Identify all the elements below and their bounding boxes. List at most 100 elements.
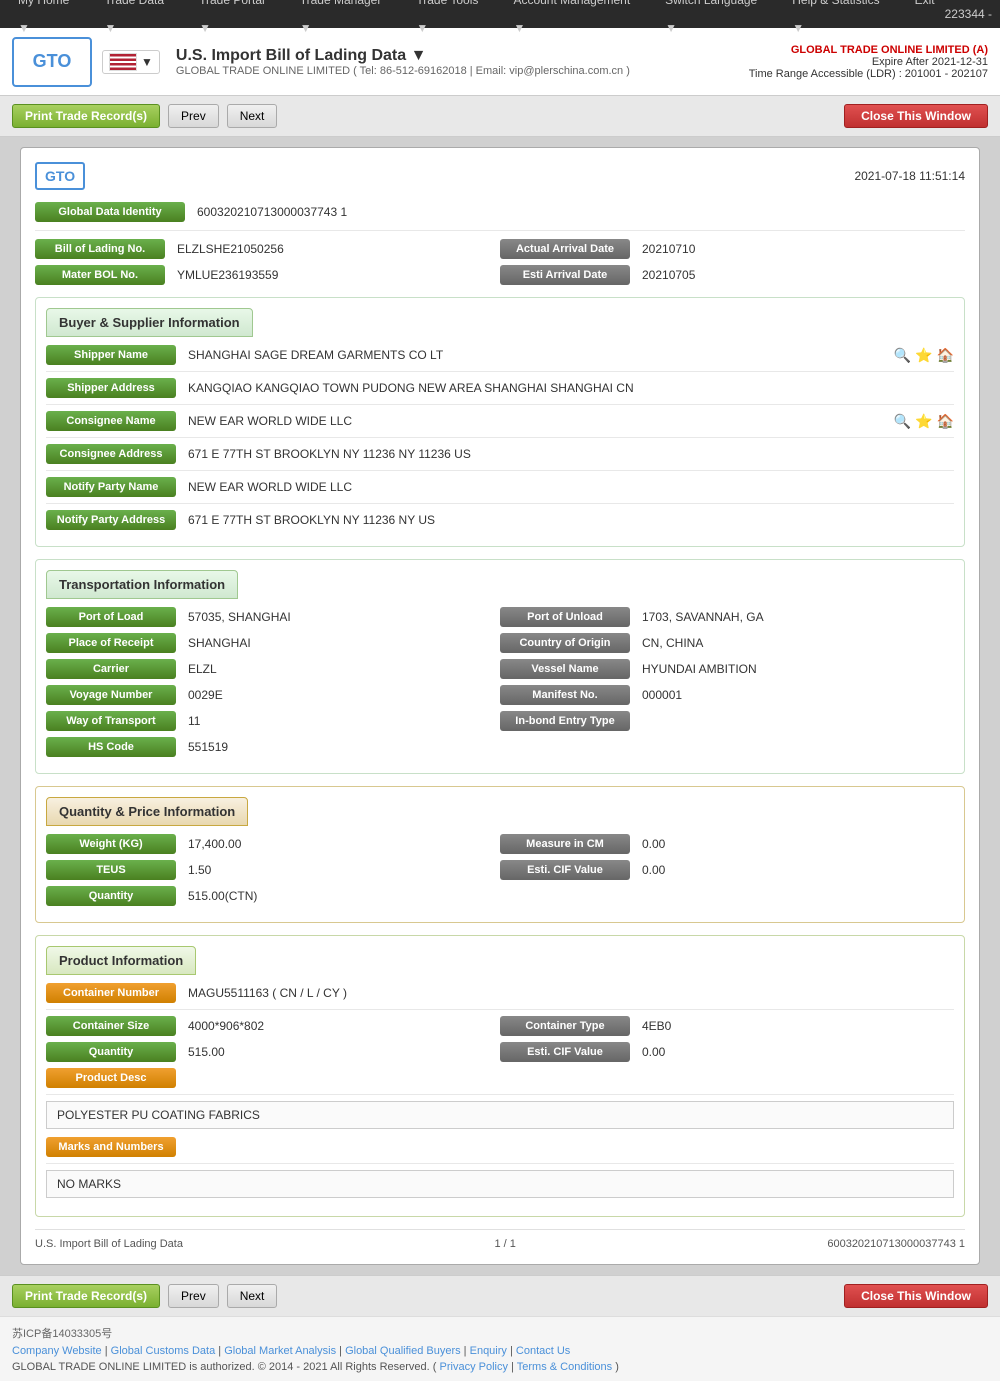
shipper-name-row: Shipper Name SHANGHAI SAGE DREAM GARMENT… <box>46 345 954 372</box>
transportation-header: Transportation Information <box>46 570 238 599</box>
container-number-label: Container Number <box>46 983 176 1003</box>
port-load-row: Port of Load 57035, SHANGHAI Port of Unl… <box>46 607 954 627</box>
record-footer-left: U.S. Import Bill of Lading Data <box>35 1238 183 1250</box>
manifest-col: Manifest No. 000001 <box>500 685 954 705</box>
nav-trade-portal[interactable]: Trade Portal ▼ <box>189 0 290 42</box>
voyage-col: Voyage Number 0029E <box>46 685 500 705</box>
consignee-home-icon[interactable]: 🏠 <box>937 413 954 430</box>
container-size-row: Container Size 4000*906*802 Container Ty… <box>46 1016 954 1036</box>
top-toolbar: Print Trade Record(s) Prev Next Close Th… <box>0 96 1000 137</box>
esti-arrival-label: Esti Arrival Date <box>500 265 630 285</box>
nav-help-statistics[interactable]: Help & Statistics ▼ <box>782 0 904 42</box>
place-receipt-label: Place of Receipt <box>46 633 176 653</box>
gto-logo: GTO <box>35 162 85 190</box>
company-website-link[interactable]: Company Website <box>12 1345 102 1357</box>
company-info: GLOBAL TRADE ONLINE LIMITED (A) Expire A… <box>749 44 988 80</box>
actual-arrival-value: 20210710 <box>630 242 965 256</box>
privacy-policy-link[interactable]: Privacy Policy <box>440 1361 508 1373</box>
quantity-label: Quantity <box>46 886 176 906</box>
nav-exit[interactable]: Exit <box>905 0 945 42</box>
carrier-col: Carrier ELZL <box>46 659 500 679</box>
notify-party-name-value: NEW EAR WORLD WIDE LLC <box>176 480 954 494</box>
print-button-bottom[interactable]: Print Trade Record(s) <box>12 1284 160 1308</box>
manifest-value: 000001 <box>630 688 954 702</box>
consignee-address-value: 671 E 77TH ST BROOKLYN NY 11236 NY 11236… <box>176 447 954 461</box>
voyage-label: Voyage Number <box>46 685 176 705</box>
way-transport-value: 11 <box>176 714 500 728</box>
page-subtitle: GLOBAL TRADE ONLINE LIMITED ( Tel: 86-51… <box>176 65 749 77</box>
in-bond-col: In-bond Entry Type <box>500 711 954 731</box>
consignee-search-icon[interactable]: 🔍 <box>894 413 911 430</box>
contact-link[interactable]: Contact Us <box>516 1345 570 1357</box>
vessel-name-col: Vessel Name HYUNDAI AMBITION <box>500 659 954 679</box>
mater-bol-value: YMLUE236193559 <box>165 268 500 282</box>
quantity-section: Quantity & Price Information Weight (KG)… <box>35 786 965 923</box>
close-button-bottom[interactable]: Close This Window <box>844 1284 988 1308</box>
nav-switch-language[interactable]: Switch Language ▼ <box>655 0 782 42</box>
consignee-name-row: Consignee Name NEW EAR WORLD WIDE LLC 🔍 … <box>46 411 954 438</box>
measure-col: Measure in CM 0.00 <box>500 834 954 854</box>
port-unload-col: Port of Unload 1703, SAVANNAH, GA <box>500 607 954 627</box>
nav-account-management[interactable]: Account Management ▼ <box>503 0 655 42</box>
buyer-supplier-header: Buyer & Supplier Information <box>46 308 253 337</box>
port-unload-value: 1703, SAVANNAH, GA <box>630 610 954 624</box>
prev-button-bottom[interactable]: Prev <box>168 1284 219 1308</box>
product-cif-label: Esti. CIF Value <box>500 1042 630 1062</box>
product-cif-value: 0.00 <box>630 1045 954 1059</box>
container-type-col: Container Type 4EB0 <box>500 1016 954 1036</box>
print-button[interactable]: Print Trade Record(s) <box>12 104 160 128</box>
quantity-value: 515.00(CTN) <box>176 889 954 903</box>
user-id: 223344 - <box>945 7 992 21</box>
global-market-link[interactable]: Global Market Analysis <box>224 1345 336 1357</box>
consignee-name-value: NEW EAR WORLD WIDE LLC <box>176 414 890 428</box>
port-unload-label: Port of Unload <box>500 607 630 627</box>
bol-col-left: Bill of Lading No. ELZLSHE21050256 <box>35 239 500 259</box>
bottom-toolbar: Print Trade Record(s) Prev Next Close Th… <box>0 1275 1000 1316</box>
record-footer-middle: 1 / 1 <box>494 1238 515 1250</box>
shipper-address-label: Shipper Address <box>46 378 176 398</box>
notify-party-address-value: 671 E 77TH ST BROOKLYN NY 11236 NY US <box>176 513 954 527</box>
enquiry-link[interactable]: Enquiry <box>470 1345 507 1357</box>
consignee-star-icon[interactable]: ⭐ <box>915 413 932 430</box>
consignee-name-icons: 🔍 ⭐ 🏠 <box>894 413 954 430</box>
flag-selector[interactable]: ▼ <box>102 50 160 74</box>
country-origin-value: CN, CHINA <box>630 636 954 650</box>
global-customs-link[interactable]: Global Customs Data <box>111 1345 216 1357</box>
weight-value: 17,400.00 <box>176 837 500 851</box>
nav-trade-tools[interactable]: Trade Tools ▼ <box>406 0 503 42</box>
mater-bol-col-right: Esti Arrival Date 20210705 <box>500 265 965 285</box>
marks-numbers-label: Marks and Numbers <box>46 1137 176 1157</box>
way-transport-row: Way of Transport 11 In-bond Entry Type <box>46 711 954 731</box>
quantity-header: Quantity & Price Information <box>46 797 248 826</box>
close-button[interactable]: Close This Window <box>844 104 988 128</box>
shipper-name-icons: 🔍 ⭐ 🏠 <box>894 347 954 364</box>
terms-conditions-link[interactable]: Terms & Conditions <box>517 1361 612 1373</box>
product-qty-label: Quantity <box>46 1042 176 1062</box>
nav-trade-manager[interactable]: Trade Manager ▼ <box>290 0 407 42</box>
quantity-row: Quantity 515.00(CTN) <box>46 886 954 912</box>
container-size-value: 4000*906*802 <box>176 1019 500 1033</box>
star-icon[interactable]: ⭐ <box>915 347 932 364</box>
container-type-value: 4EB0 <box>630 1019 954 1033</box>
consignee-address-label: Consignee Address <box>46 444 176 464</box>
logo: GTO <box>12 37 92 87</box>
next-button-bottom[interactable]: Next <box>227 1284 278 1308</box>
vessel-name-value: HYUNDAI AMBITION <box>630 662 954 676</box>
hs-code-label: HS Code <box>46 737 176 757</box>
hs-code-row: HS Code 551519 <box>46 737 954 763</box>
shipper-name-value: SHANGHAI SAGE DREAM GARMENTS CO LT <box>176 348 890 362</box>
mater-bol-col-left: Mater BOL No. YMLUE236193559 <box>35 265 500 285</box>
record-footer-right: 600320210713000037743 1 <box>827 1238 965 1250</box>
esti-cif-value: 0.00 <box>630 863 954 877</box>
search-icon[interactable]: 🔍 <box>894 347 911 364</box>
home-icon[interactable]: 🏠 <box>937 347 954 364</box>
top-navigation: My Home ▼ Trade Data ▼ Trade Portal ▼ Tr… <box>0 0 1000 28</box>
bol-label: Bill of Lading No. <box>35 239 165 259</box>
prev-button[interactable]: Prev <box>168 104 219 128</box>
company-name: GLOBAL TRADE ONLINE LIMITED (A) <box>749 44 988 56</box>
global-qualified-link[interactable]: Global Qualified Buyers <box>345 1345 461 1357</box>
next-button[interactable]: Next <box>227 104 278 128</box>
country-origin-label: Country of Origin <box>500 633 630 653</box>
teus-row: TEUS 1.50 Esti. CIF Value 0.00 <box>46 860 954 880</box>
footer-copyright: GLOBAL TRADE ONLINE LIMITED is authorize… <box>12 1361 988 1373</box>
